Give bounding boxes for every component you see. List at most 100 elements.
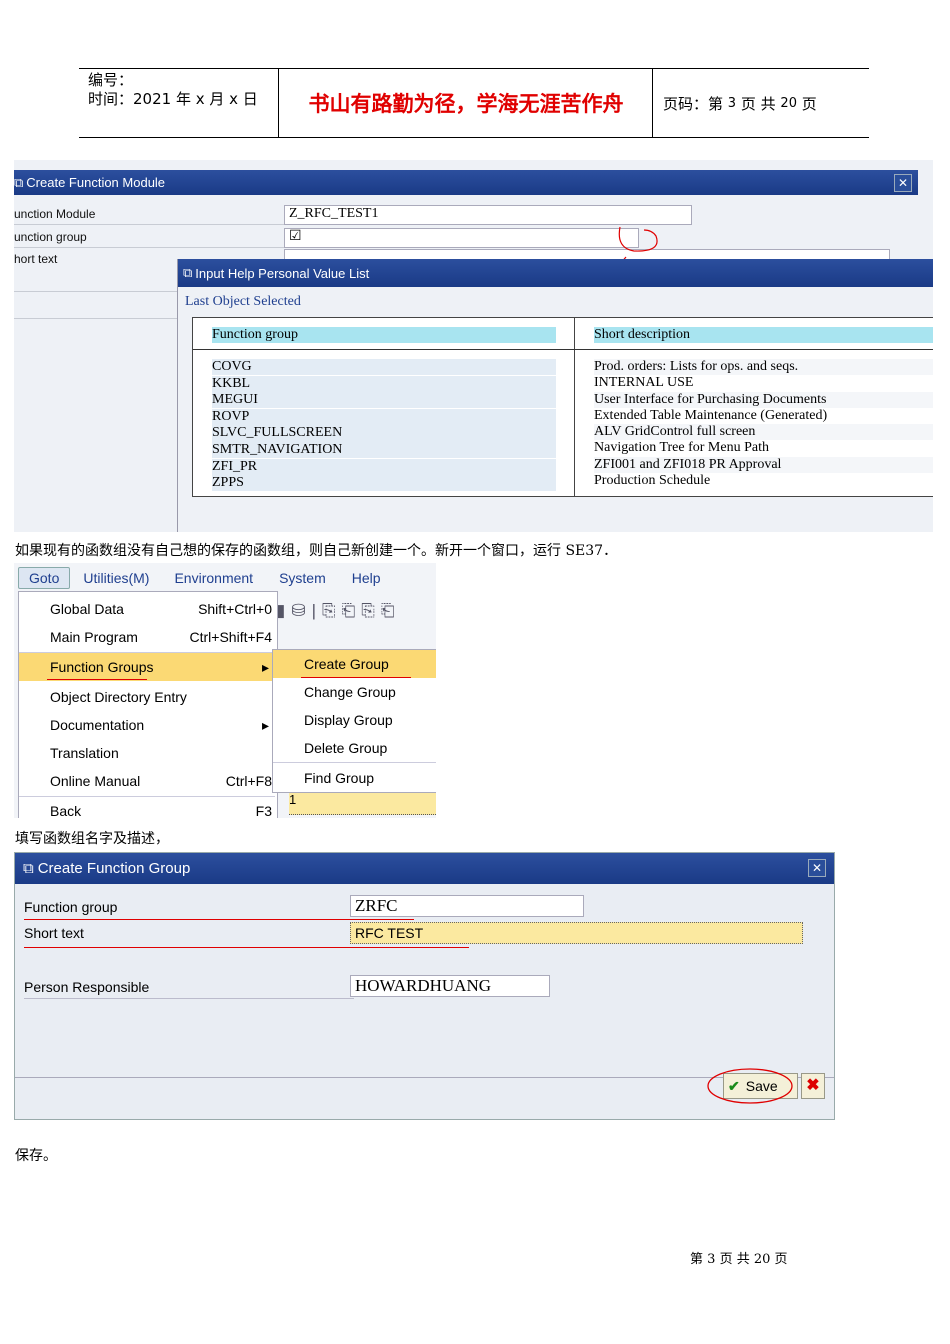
list-item-group[interactable]: SMTR_NAVIGATION	[212, 441, 556, 459]
menu-utilities[interactable]: Utilities(M)	[83, 570, 149, 586]
menu-item-label: Translation	[50, 745, 119, 761]
list-item-group[interactable]: MEGUI	[212, 392, 556, 409]
label-short-text: Short text	[24, 925, 84, 941]
footer-c: 页	[774, 1252, 788, 1267]
page-header: 编号： 时间：2021 年 x 月 x 日 书山有路勤为径，学海无涯苦作舟 页码…	[79, 68, 869, 138]
menu-item-object-directory-entry[interactable]: Object Directory Entry	[19, 683, 275, 711]
page-end: 页	[801, 94, 817, 113]
footer-a: 第	[690, 1252, 704, 1267]
section-label: Last Object Selected	[185, 294, 301, 309]
menu-item-label: Back	[50, 803, 82, 818]
list-item-description[interactable]: Extended Table Maintenance (Generated)	[594, 407, 933, 425]
menu-goto[interactable]: Goto	[18, 567, 71, 589]
menu-item-global-data[interactable]: Global Data Shift+Ctrl+0	[19, 595, 275, 623]
page-mid: 页 共	[740, 94, 776, 113]
list-item-description[interactable]: Navigation Tree for Menu Path	[594, 440, 933, 457]
page-footer: 第 3 页 共 20 页	[690, 1248, 788, 1267]
screenshot-create-function-group: ⧉ Create Function Group ✕ Function group …	[14, 852, 835, 1120]
label-person-responsible: Person Responsible	[24, 979, 150, 995]
screenshot-goto-menu: Goto Utilities(M) Environment System Hel…	[14, 563, 436, 818]
description-column: Prod. orders: Lists for ops. and seqs. IN…	[594, 359, 933, 490]
page-total: 20	[780, 95, 797, 111]
menu-item-label: Function Groups	[50, 659, 154, 675]
dialog-icon: ⧉	[23, 860, 34, 877]
menu-item-label: Documentation	[50, 717, 145, 733]
list-item-group[interactable]: ZFI_PR	[212, 458, 556, 475]
list-item-group[interactable]: ROVP	[212, 408, 556, 426]
document-page: 编号： 时间：2021 年 x 月 x 日 书山有路勤为径，学海无涯苦作舟 页码…	[0, 0, 950, 1344]
function-groups-submenu: Create Group Change Group Display Group Del…	[272, 649, 436, 793]
popup-title: Input Help Personal Value List	[195, 265, 370, 281]
popup-titlebar: ⧉ Input Help Personal Value List	[178, 259, 933, 287]
menu-bar: Goto Utilities(M) Environment System Hel…	[14, 563, 436, 593]
menu-item-shortcut: F3	[255, 803, 272, 818]
menu-item-label: Global Data	[50, 601, 124, 617]
list-item-group[interactable]: COVG	[212, 359, 556, 376]
dialog-title: Create Function Group	[37, 860, 191, 877]
menu-item-label: Online Manual	[50, 773, 141, 789]
submenu-item[interactable]: Change Group	[273, 678, 436, 706]
input-help-popup: ⧉ Input Help Personal Value List Last Obj…	[177, 259, 933, 532]
caption-1: 如果现有的函数组没有自己想的保存的函数组，则自己新创建一个。新开一个窗口，运行 …	[15, 543, 618, 559]
caption-2: 填写函数组名字及描述，	[15, 831, 169, 847]
menu-item-documentation[interactable]: Documentation ▸	[19, 711, 275, 739]
list-item-description[interactable]: ZFI001 and ZFI018 PR Approval	[594, 456, 933, 474]
menu-item-shortcut: Shift+Ctrl+0	[198, 601, 272, 617]
menu-item-shortcut: Ctrl+F8	[225, 773, 272, 789]
function-group-input[interactable]: ZRFC	[350, 895, 584, 917]
screenshot-create-function-module: ⧉ Create Function Module ✕ unction Module…	[14, 160, 933, 532]
menu-item-function-groups[interactable]: Function Groups ▸	[19, 653, 275, 681]
header-meta: 编号： 时间：2021 年 x 月 x 日	[79, 69, 279, 137]
close-icon[interactable]: ✕	[808, 859, 826, 877]
number-label: 编号：	[88, 71, 134, 89]
menu-item-label: Object Directory Entry	[50, 689, 187, 705]
submenu-item[interactable]: Display Group	[273, 706, 436, 734]
list-item-description[interactable]: Production Schedule	[594, 473, 933, 490]
menu-system[interactable]: System	[279, 570, 326, 586]
page-label: 页码：第	[663, 94, 724, 113]
footer-page: 3	[707, 1252, 716, 1267]
menu-item-translation[interactable]: Translation	[19, 739, 275, 767]
submenu-item[interactable]: Find Group	[273, 764, 436, 792]
list-item-description[interactable]: INTERNAL USE	[594, 375, 933, 392]
motto: 书山有路勤为径，学海无涯苦作舟	[280, 69, 653, 137]
list-item-group[interactable]: SLVC_FULLSCREEN	[212, 425, 556, 442]
list-item-description[interactable]: User Interface for Purchasing Documents	[594, 391, 933, 408]
footer-b: 页 共	[719, 1252, 750, 1267]
group-column: COVG KKBL MEGUI ROVP SLVC_FULLSCREEN SMTR_NAV…	[212, 359, 556, 492]
time-label: 时间：2021 年 x 月 x 日	[88, 90, 258, 108]
list-item-description[interactable]: Prod. orders: Lists for ops. and seqs.	[594, 359, 933, 376]
submenu-arrow-icon: ▸	[261, 717, 269, 733]
page-num: 3	[727, 95, 737, 111]
list-item-description[interactable]: ALV GridControl full screen	[594, 424, 933, 441]
annotation-underline	[47, 679, 147, 680]
menu-item-shortcut: Ctrl+Shift+F4	[189, 629, 272, 645]
list-item-group[interactable]: ZPPS	[212, 475, 556, 492]
menu-environment[interactable]: Environment	[174, 570, 253, 586]
toolbar-icons: ▮⛁|⎘⎗⎘⎗	[276, 601, 401, 620]
column-header-short-description[interactable]: Short description	[594, 327, 933, 343]
short-text-input[interactable]: RFC TEST	[350, 922, 803, 944]
page-indicator: 页码：第 3 页 共 20 页	[653, 69, 879, 137]
input-field-partial[interactable]: 1	[289, 792, 436, 815]
list-item-group[interactable]: KKBL	[212, 375, 556, 392]
caption-3: 保存。	[15, 1148, 57, 1164]
menu-item-online-manual[interactable]: Online Manual Ctrl+F8	[19, 767, 275, 795]
value-list-table: Function group Short description COVG KKB…	[192, 317, 933, 497]
menu-item-label: Main Program	[50, 629, 138, 645]
submenu-arrow-icon: ▸	[261, 659, 269, 675]
menu-help[interactable]: Help	[352, 570, 381, 586]
goto-dropdown: Global Data Shift+Ctrl+0 Main Program Ctrl+…	[18, 591, 278, 818]
label-function-group: Function group	[24, 899, 118, 915]
red-circle-annotation	[707, 1068, 793, 1104]
footer-total: 20	[753, 1252, 771, 1267]
annotation-underline	[301, 677, 411, 678]
submenu-item[interactable]: Create Group	[273, 650, 436, 678]
menu-item-main-program[interactable]: Main Program Ctrl+Shift+F4	[19, 623, 275, 651]
popup-icon: ⧉	[183, 265, 193, 280]
submenu-item[interactable]: Delete Group	[273, 734, 436, 762]
person-responsible-input[interactable]: HOWARDHUANG	[350, 975, 550, 997]
column-header-function-group[interactable]: Function group	[212, 327, 556, 343]
dialog-titlebar: ⧉ Create Function Group ✕	[15, 853, 834, 884]
menu-item-back[interactable]: Back F3	[19, 797, 275, 818]
